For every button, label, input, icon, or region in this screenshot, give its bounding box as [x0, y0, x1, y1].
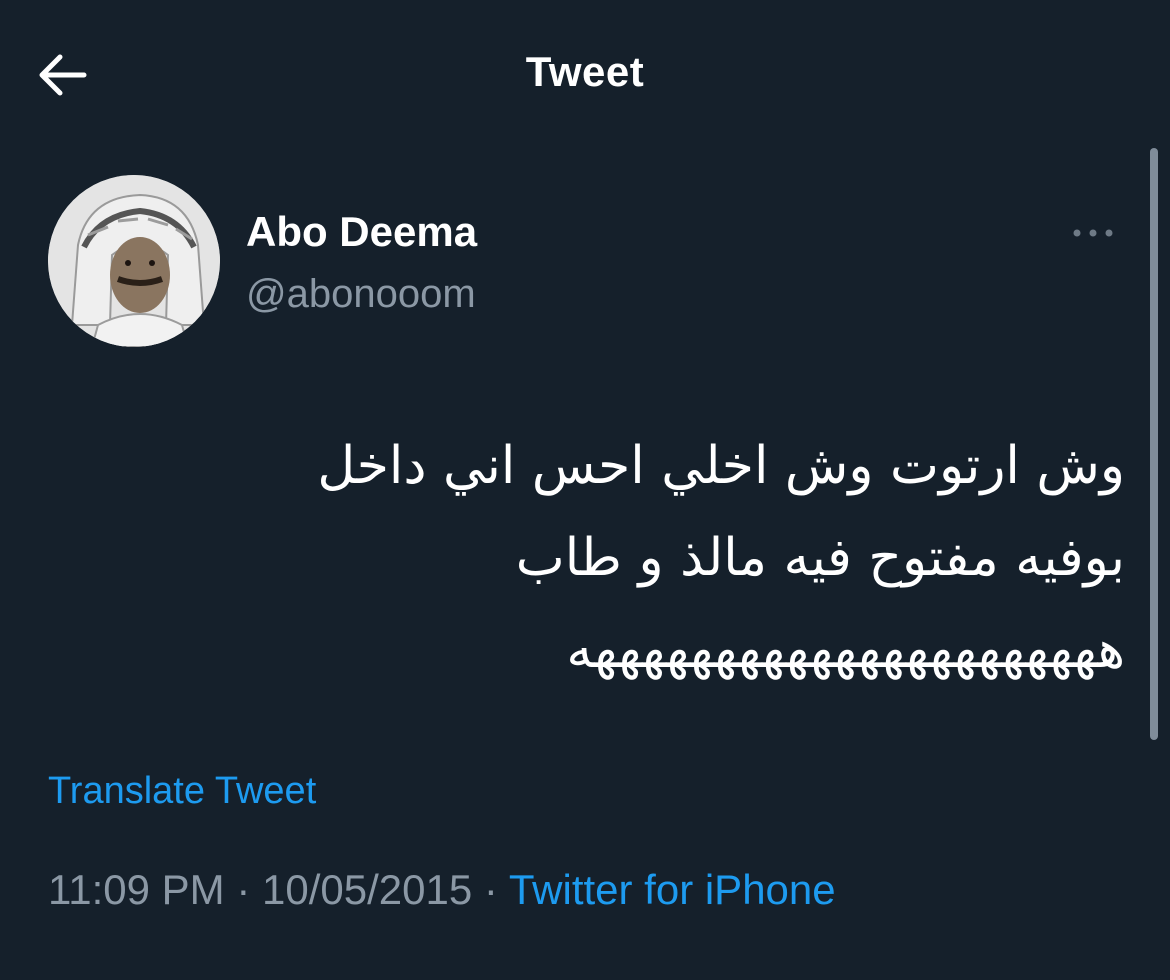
author-handle[interactable]: @abonooom [246, 272, 476, 317]
scrollbar[interactable] [1150, 148, 1158, 740]
tweet-time: 11:09 PM [48, 866, 225, 913]
tweet-date: 10/05/2015 [262, 866, 473, 913]
author-display-name[interactable]: Abo Deema [246, 208, 477, 256]
tweet-text: وش ارتوت وش اخلي احس اني داخل بوفيه مفتو… [317, 436, 1125, 680]
tweet-metadata: 11:09 PM · 10/05/2015 · Twitter for iPho… [48, 866, 836, 914]
avatar[interactable] [48, 175, 220, 347]
more-horizontal-icon [1073, 229, 1113, 237]
separator: · [483, 866, 498, 913]
separator: · [236, 866, 251, 913]
avatar-image [48, 175, 220, 347]
page-title: Tweet [525, 48, 645, 95]
top-bar: Tweet [0, 0, 1170, 150]
more-options-button[interactable] [1068, 218, 1118, 248]
tweet-source-link[interactable]: Twitter for iPhone [509, 866, 836, 913]
translate-tweet-link[interactable]: Translate Tweet [48, 770, 316, 813]
